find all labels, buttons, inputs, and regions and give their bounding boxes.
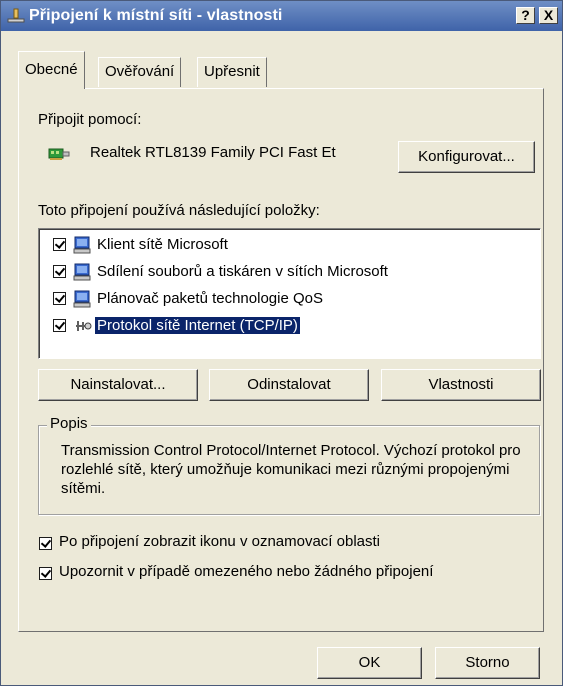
description-title: Popis [47, 415, 91, 432]
properties-button[interactable]: Vlastnosti [381, 369, 541, 401]
components-list[interactable]: Klient sítě Microsoft Sdílení souborů a … [38, 228, 541, 359]
tab-authentication[interactable]: Ověřování [98, 57, 182, 87]
ok-button[interactable]: OK [317, 647, 422, 679]
adapter-name: Realtek RTL8139 Family PCI Fast Et [90, 144, 336, 161]
client-icon [73, 236, 91, 254]
help-button[interactable]: ? [516, 7, 535, 24]
properties-dialog: Připojení k místní síti - vlastnosti ? X… [0, 0, 563, 686]
configure-button[interactable]: Konfigurovat... [398, 141, 535, 173]
protocol-icon [76, 321, 92, 331]
item-label: Klient sítě Microsoft [97, 236, 228, 253]
adapter-field: Realtek RTL8139 Family PCI Fast Et [38, 138, 390, 172]
notify-label[interactable]: Upozornit v případě omezeného nebo žádné… [59, 563, 433, 580]
cancel-button[interactable]: Storno [435, 647, 540, 679]
item-checkbox[interactable] [53, 319, 66, 332]
item-label: Plánovač paketů technologie QoS [97, 290, 323, 307]
item-checkbox[interactable] [53, 292, 66, 305]
connect-using-label: Připojit pomocí: [38, 111, 142, 128]
item-label-selected: Protokol sítě Internet (TCP/IP) [95, 317, 300, 334]
item-checkbox[interactable] [53, 265, 66, 278]
window-title: Připojení k místní síti - vlastnosti [29, 7, 283, 24]
title-bar[interactable]: Připojení k místní síti - vlastnosti ? X [1, 1, 562, 31]
install-button[interactable]: Nainstalovat... [38, 369, 198, 401]
item-label: Sdílení souborů a tiskáren v sítích Micr… [97, 263, 388, 280]
network-adapter-icon [48, 148, 70, 160]
qos-scheduler-icon [73, 290, 91, 308]
notify-checkbox[interactable] [39, 567, 52, 580]
file-sharing-icon [73, 263, 91, 281]
close-button[interactable]: X [539, 7, 558, 24]
items-label: Toto připojení používá následující polož… [38, 202, 320, 219]
description-text: Transmission Control Protocol/Internet P… [61, 442, 521, 497]
show-icon-checkbox[interactable] [39, 537, 52, 550]
item-checkbox[interactable] [53, 238, 66, 251]
tab-advanced[interactable]: Upřesnit [197, 57, 267, 87]
show-icon-label[interactable]: Po připojení zobrazit ikonu v oznamovací… [59, 533, 380, 550]
uninstall-button[interactable]: Odinstalovat [209, 369, 369, 401]
network-connection-icon [7, 8, 25, 23]
tab-general[interactable]: Obecné [18, 51, 85, 89]
